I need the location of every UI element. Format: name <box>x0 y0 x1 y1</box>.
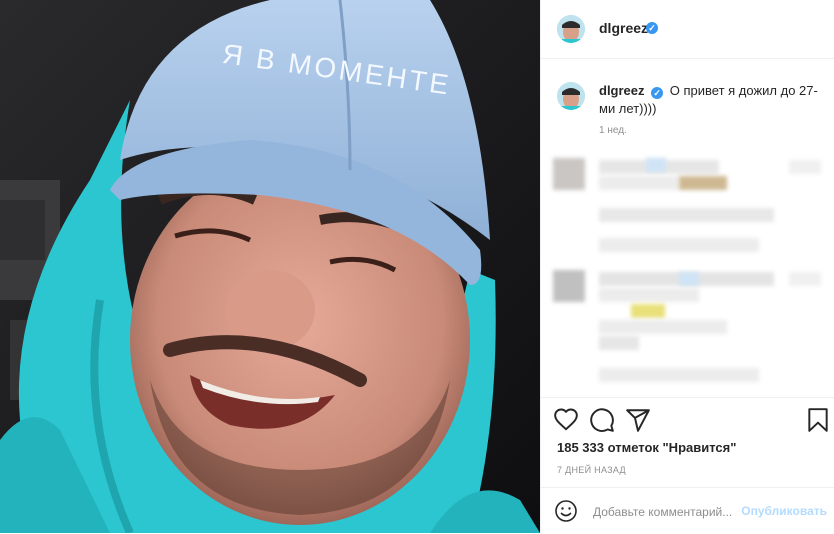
comment-line <box>599 176 679 190</box>
comment-like <box>789 272 821 286</box>
heart-icon[interactable] <box>553 407 579 433</box>
comment-emoji <box>631 304 665 318</box>
selfie-illustration: Я В МОМЕНТЕ <box>0 0 540 533</box>
comment-like <box>789 160 821 174</box>
bookmark-icon[interactable] <box>805 407 831 433</box>
comment-line <box>599 288 699 302</box>
post-date: 7 ДНЕЙ НАЗАД <box>557 465 626 475</box>
post-caption: dlgreez ✓ О привет я дожил до 27-ми лет)… <box>599 82 821 118</box>
instagram-post-view: Я В МОМЕНТЕ dlgreez ✓ dlgreez ✓ О привет… <box>0 0 834 533</box>
comment-meta <box>599 368 759 382</box>
avatar[interactable] <box>557 15 585 43</box>
comment-emoji <box>679 272 699 286</box>
comment-avatar <box>553 270 585 302</box>
avatar-image <box>557 15 585 43</box>
avatar-image <box>557 82 585 110</box>
comment-input[interactable] <box>591 501 745 523</box>
post-header: dlgreez ✓ <box>541 0 834 59</box>
comment-meta <box>599 238 759 252</box>
comment-avatar <box>553 158 585 190</box>
caption-username[interactable]: dlgreez <box>599 83 645 98</box>
post-sidebar: dlgreez ✓ dlgreez ✓ О привет я дожил до … <box>540 0 834 533</box>
comment-icon[interactable] <box>589 407 615 433</box>
comment-line <box>599 320 727 334</box>
comment-bar: Опубликовать <box>541 487 834 534</box>
post-comment-button[interactable]: Опубликовать <box>741 504 827 518</box>
post-actions: 185 333 отметок "Нравится" 7 ДНЕЙ НАЗАД <box>541 397 834 488</box>
post-photo[interactable]: Я В МОМЕНТЕ <box>0 0 540 533</box>
header-username[interactable]: dlgreez <box>599 20 648 36</box>
comment-emoji <box>646 158 666 172</box>
smiley-icon[interactable] <box>554 499 578 523</box>
comment-meta <box>599 208 774 222</box>
verified-badge-icon: ✓ <box>651 87 664 99</box>
caption-time: 1 нед. <box>599 125 627 136</box>
likes-count[interactable]: 185 333 отметок "Нравится" <box>557 440 736 455</box>
verified-badge-icon: ✓ <box>646 22 658 34</box>
share-icon[interactable] <box>625 407 651 433</box>
comment-meta <box>599 336 639 350</box>
comment-emoji <box>679 176 727 190</box>
caption-avatar[interactable] <box>557 82 585 110</box>
